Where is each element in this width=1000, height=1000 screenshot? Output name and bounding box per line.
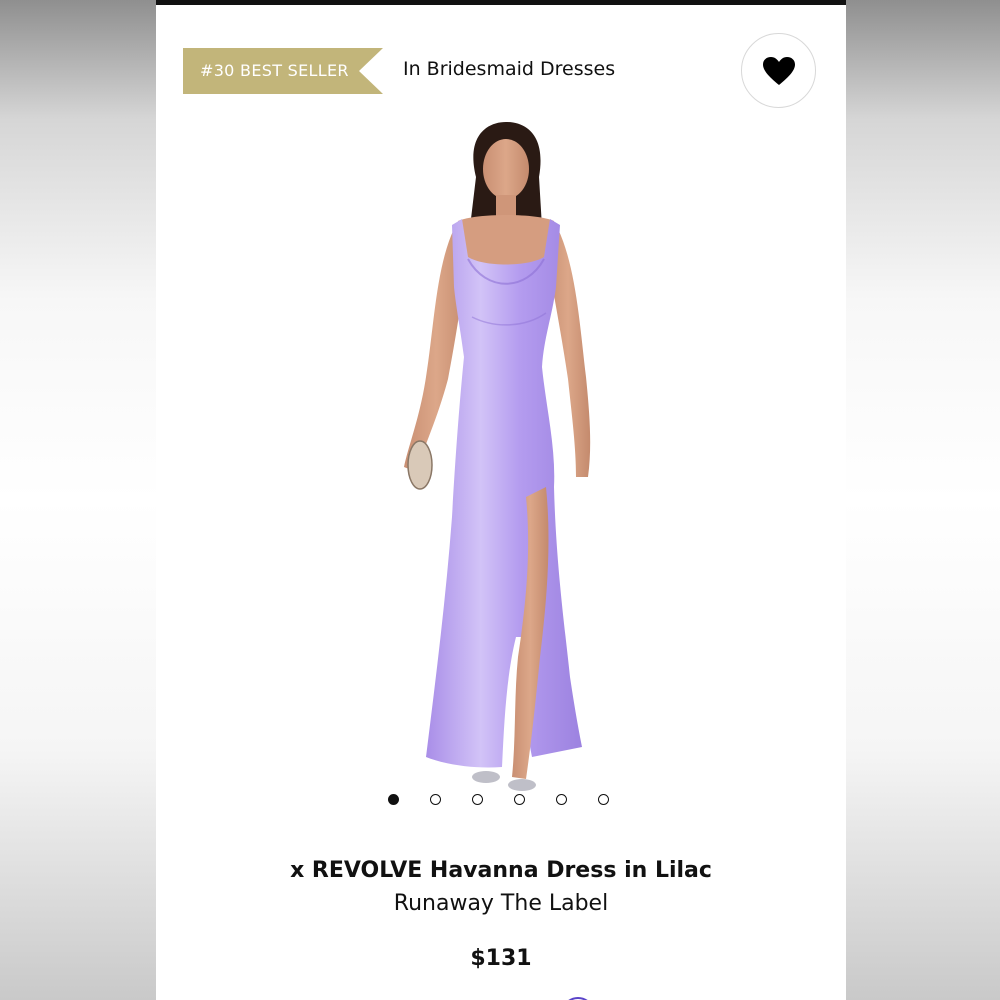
- product-price: $131: [470, 946, 532, 971]
- product-title: x REVOLVE Havanna Dress in Lilac: [290, 858, 712, 883]
- carousel-dots: [388, 794, 616, 810]
- heart-icon: [762, 56, 795, 85]
- category-link[interactable]: In Bridesmaid Dresses: [403, 58, 615, 80]
- carousel-dot[interactable]: [388, 794, 399, 805]
- product-page: #30 BEST SELLER In Bridesmaid Dresses x …: [156, 0, 846, 1000]
- best-seller-badge: #30 BEST SELLER: [183, 48, 383, 94]
- product-image[interactable]: [356, 117, 646, 807]
- carousel-dot[interactable]: [472, 794, 483, 805]
- screenshot-frame: #30 BEST SELLER In Bridesmaid Dresses x …: [0, 0, 1000, 1000]
- carousel-dot[interactable]: [514, 794, 525, 805]
- carousel-dot[interactable]: [556, 794, 567, 805]
- favorite-button[interactable]: [741, 33, 816, 108]
- carousel-dot[interactable]: [430, 794, 441, 805]
- brand-link[interactable]: Runaway The Label: [156, 891, 846, 916]
- carousel-dot[interactable]: [598, 794, 609, 805]
